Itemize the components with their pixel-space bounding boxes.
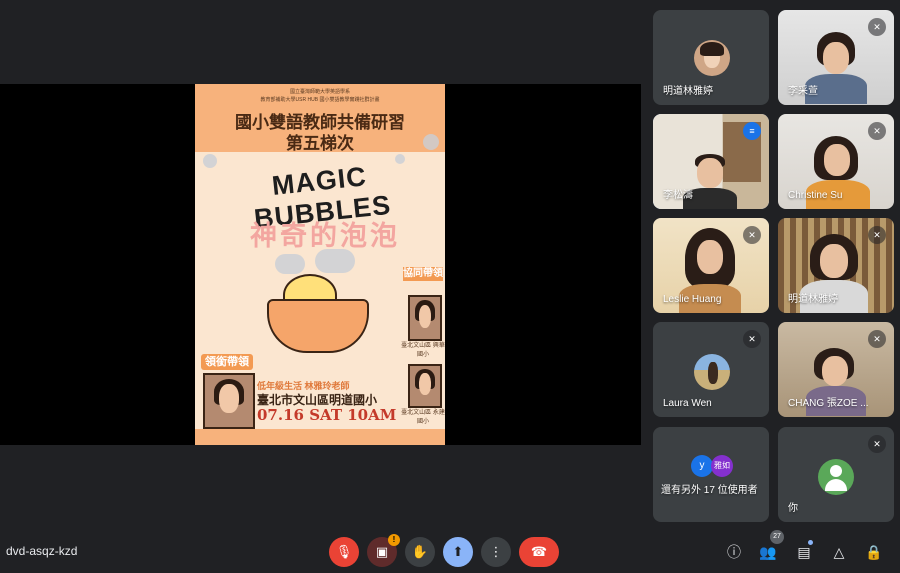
raise-hand-icon: ✋ bbox=[411, 544, 429, 559]
participant-avatar bbox=[694, 354, 730, 390]
poster-cohost-photo-1 bbox=[408, 295, 442, 341]
more-options-button[interactable]: ⋮ bbox=[481, 537, 511, 567]
meeting-code: dvd-asqz-kzd bbox=[6, 544, 78, 558]
raise-hand-button[interactable]: ✋ bbox=[405, 537, 435, 567]
participant-avatar bbox=[694, 40, 730, 76]
more-options-icon: ⋮ bbox=[489, 544, 503, 559]
leave-call-icon: ☎ bbox=[530, 544, 548, 559]
poster-footer bbox=[195, 429, 445, 445]
poster-bubble bbox=[423, 134, 439, 150]
participant-name: Christine Su bbox=[788, 190, 843, 201]
poster-org-line-2: 教育部補助大學USR HUB 國小雙語教學實踐社群計畫 bbox=[260, 97, 380, 103]
poster-tub-illustration bbox=[267, 299, 369, 353]
participant-count-badge: 27 bbox=[770, 530, 784, 544]
poster-leader-label: 領銜帶領 bbox=[201, 354, 253, 370]
poster-cohost-caption-2: 臺北文山區 永建國小 bbox=[401, 410, 445, 425]
participant-name: 明道林雅婷 bbox=[788, 294, 838, 305]
present-screen-icon: ⬆ bbox=[452, 544, 464, 559]
leave-call-button[interactable]: ☎ bbox=[519, 537, 559, 567]
participant-tile[interactable]: ✕ Laura Wen bbox=[653, 322, 769, 417]
poster-zh-title: 神奇的泡泡 bbox=[250, 221, 400, 251]
mic-muted-icon: ✕ bbox=[868, 226, 886, 244]
meeting-info-button[interactable]: ⓘ bbox=[723, 541, 745, 563]
poster-cohost-caption-1: 臺北文山區 興華國小 bbox=[401, 343, 445, 358]
participant-tile[interactable]: ✕ CHANG 張ZOE ... bbox=[778, 322, 894, 417]
mic-muted-icon: ✕ bbox=[743, 226, 761, 244]
poster-cohost-photo-2 bbox=[408, 364, 442, 408]
poster-leader-photo bbox=[203, 373, 255, 429]
participant-tile-speaking[interactable]: ≡ 李松濤 bbox=[653, 114, 769, 209]
participant-name: 李松濤 bbox=[663, 190, 693, 201]
participant-tile[interactable]: ✕ Leslie Huang bbox=[653, 218, 769, 313]
participant-initial-avatar: y bbox=[691, 455, 713, 477]
host-controls-button[interactable]: 🔒 bbox=[863, 541, 885, 563]
user-avatar-icon bbox=[818, 459, 854, 495]
camera-toggle-button[interactable]: ▣ ! bbox=[367, 534, 400, 567]
activities-icon: △ bbox=[833, 544, 845, 560]
participant-name: Leslie Huang bbox=[663, 294, 722, 305]
poster-title-line-2: 第五梯次 bbox=[286, 134, 354, 153]
chat-icon: ▤ bbox=[797, 544, 811, 560]
chat-notification-dot bbox=[808, 540, 813, 545]
mic-toggle-button[interactable]: 🎙 bbox=[329, 537, 359, 567]
presentation-stage: 國立臺灣師範大學英語學系 教育部補助大學USR HUB 國小雙語教學實踐社群計畫… bbox=[0, 84, 641, 445]
self-tile[interactable]: ✕ 你 bbox=[778, 427, 894, 522]
mic-muted-icon: ✕ bbox=[868, 122, 886, 140]
participant-name: Laura Wen bbox=[663, 398, 712, 409]
mic-muted-icon: ✕ bbox=[868, 435, 886, 453]
mic-muted-icon: ✕ bbox=[868, 18, 886, 36]
participant-tile[interactable]: ✕ Christine Su bbox=[778, 114, 894, 209]
info-icon: ⓘ bbox=[727, 544, 741, 560]
more-participants-label: 還有另外 17 位使用者 bbox=[661, 485, 758, 496]
poster-bubble bbox=[275, 254, 305, 274]
speaking-indicator-icon: ≡ bbox=[743, 122, 761, 140]
participant-tile[interactable]: 明道林雅婷 bbox=[653, 10, 769, 105]
activities-button[interactable]: △ bbox=[828, 541, 850, 563]
mic-muted-icon: ✕ bbox=[868, 330, 886, 348]
more-participants-tile[interactable]: y 雅如 還有另外 17 位使用者 bbox=[653, 427, 769, 522]
shared-poster: 國立臺灣師範大學英語學系 教育部補助大學USR HUB 國小雙語教學實踐社群計畫… bbox=[195, 84, 445, 445]
mic-off-icon: 🎙 bbox=[335, 544, 353, 559]
host-controls-icon: 🔒 bbox=[865, 544, 883, 560]
participant-initial-avatar: 雅如 bbox=[711, 455, 733, 477]
poster-org-line-1: 國立臺灣師範大學英語學系 bbox=[289, 89, 350, 95]
mic-muted-icon: ✕ bbox=[743, 330, 761, 348]
camera-alert-icon: ! bbox=[388, 534, 400, 546]
participant-name: CHANG 張ZOE ... bbox=[788, 398, 869, 409]
poster-cohost-label: 協同帶領 bbox=[403, 267, 443, 281]
people-icon: 👥 bbox=[759, 544, 777, 560]
participant-tile[interactable]: ✕ 明道林雅婷 bbox=[778, 218, 894, 313]
participant-tile[interactable]: ✕ 李采萱 bbox=[778, 10, 894, 105]
poster-bubble bbox=[203, 154, 217, 168]
participant-name: 李采萱 bbox=[788, 86, 818, 97]
participant-name: 明道林雅婷 bbox=[663, 86, 713, 97]
participant-name: 你 bbox=[788, 503, 798, 514]
camera-off-icon: ▣ bbox=[375, 544, 389, 559]
present-screen-button[interactable]: ⬆ bbox=[443, 537, 473, 567]
people-button[interactable]: 👥 bbox=[757, 541, 779, 563]
poster-date: 07.16 SAT 10AM bbox=[257, 406, 397, 424]
